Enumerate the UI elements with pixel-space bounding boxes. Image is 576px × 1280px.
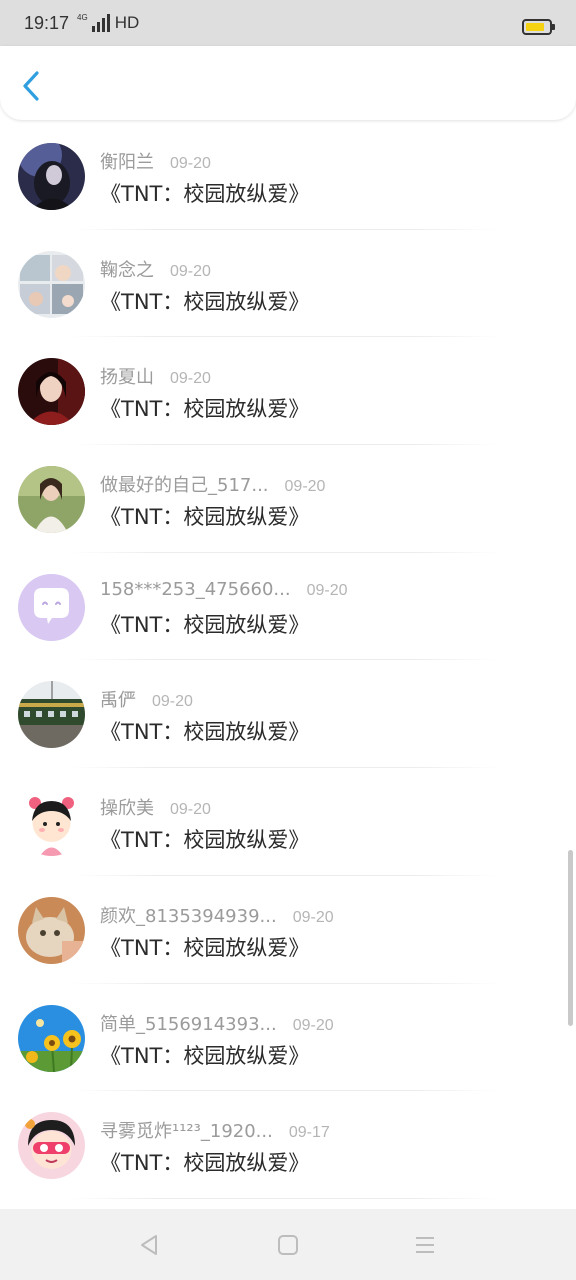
nav-back-button[interactable] xyxy=(133,1229,165,1261)
user-name: 简单_5156914393... xyxy=(100,1013,277,1035)
status-time: 19:17 xyxy=(24,12,70,33)
app-screen: 19:17 4G HD 衡阳兰 09-20 《TNT：校园放纵爱》 鞠念之 09… xyxy=(0,0,576,1280)
item-title[interactable]: 《TNT：校园放纵爱》 xyxy=(100,1147,556,1177)
list-item[interactable]: 做最好的自己_517... 09-20 《TNT：校园放纵爱》 xyxy=(0,445,576,553)
item-date: 09-20 xyxy=(292,908,334,926)
avatar[interactable] xyxy=(18,896,85,964)
comment-list: 衡阳兰 09-20 《TNT：校园放纵爱》 鞠念之 09-20 《TNT：校园放… xyxy=(0,122,576,1199)
battery-icon xyxy=(522,19,555,35)
item-title[interactable]: 《TNT：校园放纵爱》 xyxy=(100,178,556,208)
item-date: 09-20 xyxy=(170,262,211,280)
header xyxy=(0,46,576,120)
list-item[interactable]: 简单_5156914393... 09-20 《TNT：校园放纵爱》 xyxy=(0,984,576,1092)
item-title[interactable]: 《TNT：校园放纵爱》 xyxy=(100,716,556,746)
item-date: 09-20 xyxy=(284,478,326,496)
item-title[interactable]: 《TNT：校园放纵爱》 xyxy=(100,501,556,531)
avatar[interactable] xyxy=(18,789,85,857)
chat-bubble-icon xyxy=(18,573,85,641)
square-home-icon xyxy=(278,1235,298,1255)
hd-indicator: HD xyxy=(114,13,140,32)
chevron-left-icon xyxy=(23,71,39,101)
avatar[interactable] xyxy=(18,466,85,534)
list-item[interactable]: 衡阳兰 09-20 《TNT：校园放纵爱》 xyxy=(0,122,576,230)
user-name: 鞠念之 xyxy=(100,259,154,281)
avatar[interactable] xyxy=(18,681,85,749)
avatar[interactable] xyxy=(18,1112,85,1180)
item-title[interactable]: 《TNT：校园放纵爱》 xyxy=(100,824,556,854)
navigation-bar xyxy=(0,1209,576,1280)
status-bar: 19:17 4G HD xyxy=(0,0,576,46)
battery-level xyxy=(526,23,545,31)
item-title[interactable]: 《TNT：校园放纵爱》 xyxy=(100,286,556,316)
item-date: 09-20 xyxy=(152,693,193,711)
back-button[interactable] xyxy=(14,66,48,106)
avatar[interactable] xyxy=(18,573,85,641)
list-item[interactable]: 颜欢_8135394939... 09-20 《TNT：校园放纵爱》 xyxy=(0,876,576,984)
nav-home-button[interactable] xyxy=(272,1229,304,1261)
item-date: 09-20 xyxy=(170,155,211,172)
item-date: 09-20 xyxy=(170,801,211,819)
item-title[interactable]: 《TNT：校园放纵爱》 xyxy=(100,1040,556,1070)
user-name: 衡阳兰 xyxy=(100,152,154,173)
user-name: 寻雾觅炸¹¹²³_1920... xyxy=(100,1121,273,1143)
list-item[interactable]: 寻雾觅炸¹¹²³_1920... 09-17 《TNT：校园放纵爱》 xyxy=(0,1091,576,1199)
divider xyxy=(72,1197,498,1199)
list-item[interactable]: 操欣美 09-20 《TNT：校园放纵爱》 xyxy=(0,768,576,876)
nav-menu-button[interactable] xyxy=(409,1229,441,1261)
avatar[interactable] xyxy=(18,143,85,210)
list-item[interactable]: 禹俨 09-20 《TNT：校园放纵爱》 xyxy=(0,660,576,769)
item-title[interactable]: 《TNT：校园放纵爱》 xyxy=(100,932,556,962)
item-date: 09-20 xyxy=(306,581,348,599)
item-date: 09-20 xyxy=(170,370,211,388)
user-name: 做最好的自己_517... xyxy=(100,475,269,497)
item-title[interactable]: 《TNT：校园放纵爱》 xyxy=(100,393,556,423)
network-type: 4G xyxy=(77,13,88,22)
user-name: 扬夏山 xyxy=(100,367,154,389)
avatar[interactable] xyxy=(18,1004,85,1072)
menu-lines-icon xyxy=(416,1237,434,1253)
item-date: 09-20 xyxy=(292,1016,334,1034)
avatar[interactable] xyxy=(18,250,85,318)
scrollbar[interactable] xyxy=(568,850,573,1026)
list-item[interactable]: 扬夏山 09-20 《TNT：校园放纵爱》 xyxy=(0,337,576,446)
signal-icon: 4G xyxy=(77,14,110,32)
item-date: 09-17 xyxy=(288,1124,330,1142)
list-item[interactable]: 鞠念之 09-20 《TNT：校园放纵爱》 xyxy=(0,230,576,338)
user-name: 禹俨 xyxy=(100,690,136,712)
user-name: 颜欢_8135394939... xyxy=(100,905,277,927)
list-item[interactable]: 158***253_475660... 09-20 《TNT：校园放纵爱》 xyxy=(0,553,576,661)
user-name: 操欣美 xyxy=(100,798,154,820)
user-name: 158***253_475660... xyxy=(100,578,291,600)
avatar[interactable] xyxy=(18,358,85,426)
triangle-back-icon xyxy=(141,1235,157,1255)
item-title[interactable]: 《TNT：校园放纵爱》 xyxy=(100,609,556,639)
